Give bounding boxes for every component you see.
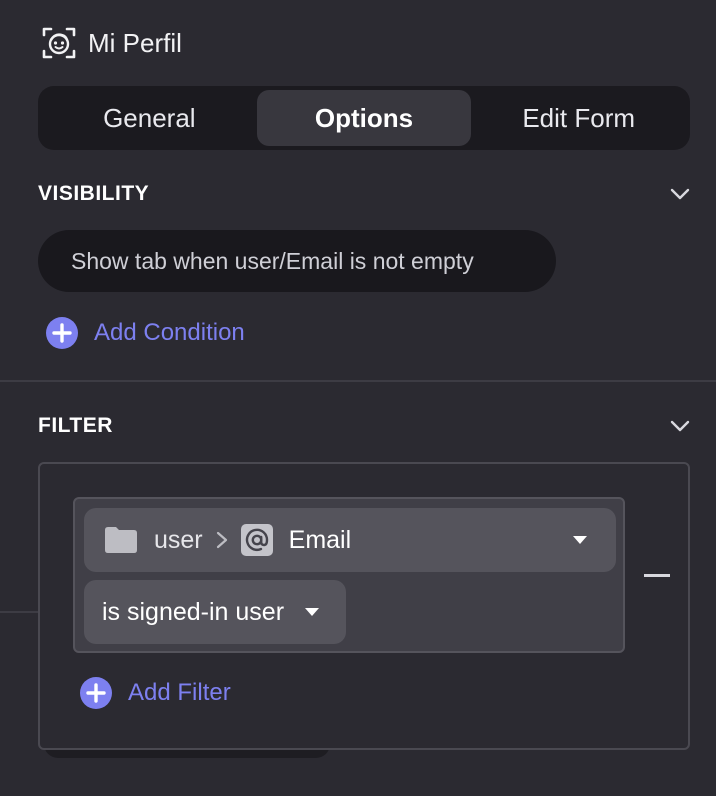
filter-panel: user Email is signed-in user Add Filter	[38, 462, 690, 750]
add-filter-button[interactable]: Add Filter	[80, 677, 231, 709]
tab-edit-form[interactable]: Edit Form	[471, 90, 686, 146]
add-condition-button[interactable]: Add Condition	[46, 317, 245, 349]
tab-general[interactable]: General	[42, 90, 257, 146]
caret-down-icon	[305, 608, 319, 616]
visibility-condition-pill[interactable]: Show tab when user/Email is not empty	[38, 230, 556, 292]
visibility-section-title: VISIBILITY	[38, 182, 150, 205]
add-filter-label: Add Filter	[128, 679, 231, 706]
background-divider	[0, 611, 40, 613]
chevron-down-icon[interactable]	[668, 414, 692, 438]
filter-field-select[interactable]: user Email	[84, 508, 616, 572]
operator-value: is signed-in user	[102, 597, 285, 626]
chevron-right-icon	[216, 531, 227, 549]
plus-circle-icon	[46, 317, 78, 349]
at-sign-icon	[240, 524, 273, 556]
tab-options[interactable]: Options	[256, 90, 472, 146]
filter-operator-select[interactable]: is signed-in user	[84, 580, 346, 644]
caret-down-icon	[573, 536, 587, 544]
section-divider	[0, 380, 716, 382]
chevron-down-icon[interactable]	[668, 182, 692, 206]
plus-circle-icon	[80, 677, 112, 709]
page-title: Mi Perfil	[88, 27, 182, 58]
field-name-label: Email	[288, 525, 352, 554]
add-condition-label: Add Condition	[94, 319, 245, 346]
filter-section-title: FILTER	[38, 414, 113, 437]
page-header: Mi Perfil	[42, 24, 182, 62]
filter-condition: user Email is signed-in user	[73, 497, 625, 653]
remove-filter-icon[interactable]	[644, 574, 670, 578]
folder-icon	[105, 527, 137, 553]
field-parent-label: user	[154, 525, 203, 554]
tab-bar: General Options Edit Form	[38, 86, 690, 150]
face-scan-icon	[42, 27, 76, 59]
